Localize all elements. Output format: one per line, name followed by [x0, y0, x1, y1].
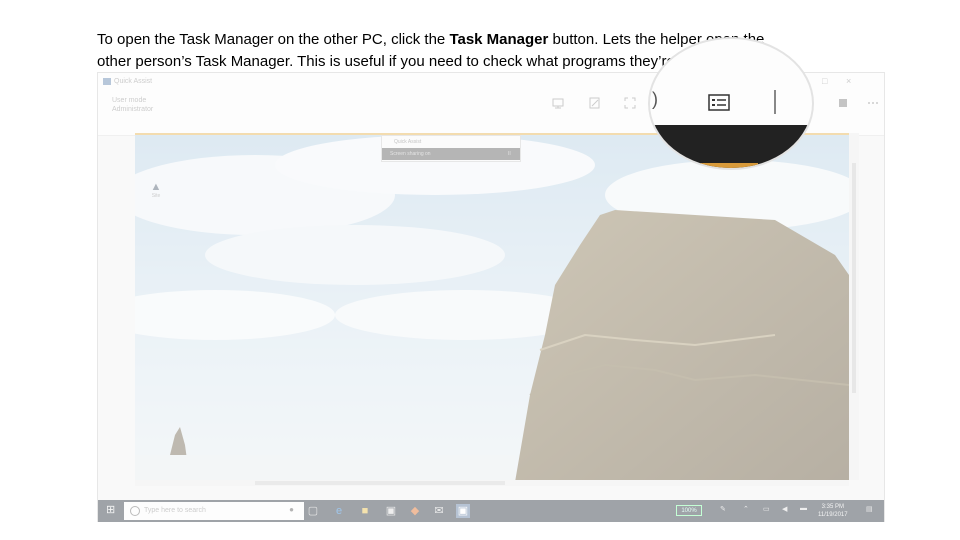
chevron-up-icon[interactable]: ⌃	[743, 505, 749, 513]
microphone-icon[interactable]: ●	[289, 505, 294, 514]
close-button[interactable]: ×	[846, 76, 851, 86]
file-explorer-icon[interactable]: ■	[358, 504, 372, 518]
windows-start-icon[interactable]: ⊞	[106, 505, 117, 516]
quick-assist-taskbar-icon[interactable]: ▣	[456, 504, 470, 518]
scroll-thumb[interactable]	[852, 163, 856, 393]
search-placeholder: Type here to search	[144, 507, 206, 514]
callout-edge: )	[652, 89, 658, 109]
keyboard-icon[interactable]: ▬	[800, 505, 807, 512]
store-icon[interactable]: ▣	[384, 504, 398, 518]
quick-assist-icon	[103, 78, 111, 85]
actual-size-icon[interactable]	[623, 97, 637, 111]
vertical-scrollbar[interactable]	[849, 133, 859, 480]
toolbar-separator	[774, 90, 776, 114]
desktop-shortcut-icon[interactable]: ▲ Site	[146, 181, 166, 209]
window-title: Quick Assist	[114, 78, 153, 85]
end-icon[interactable]	[836, 97, 850, 111]
caption-text: To open the Task Manager on the other PC…	[97, 31, 450, 48]
desktop-wallpaper	[135, 135, 849, 482]
scroll-thumb[interactable]	[255, 481, 505, 485]
notifications-icon[interactable]: ▤	[866, 505, 873, 513]
mini-pause-icon[interactable]: II	[508, 151, 511, 157]
taskbar-search-box[interactable]: Type here to search ●	[124, 502, 304, 520]
mode-line: User mode	[112, 97, 147, 104]
volume-icon[interactable]: ◀	[782, 505, 787, 513]
task-view-icon[interactable]: ▢	[306, 504, 320, 518]
zoom-callout: )	[648, 37, 814, 170]
select-monitor-icon[interactable]	[551, 97, 565, 111]
network-icon[interactable]: ▭	[763, 505, 770, 513]
more-icon[interactable]	[866, 97, 880, 111]
screen-sharing-bar: Screen sharing on II	[382, 148, 520, 160]
cortana-icon	[130, 506, 140, 516]
people-icon[interactable]: ✎	[720, 505, 726, 513]
office-icon[interactable]: ◆	[408, 504, 422, 518]
mini-quick-assist-window: Quick Assist Screen sharing on II	[381, 135, 521, 162]
remote-desktop-view[interactable]	[135, 133, 849, 482]
task-manager-icon[interactable]	[708, 94, 730, 111]
annotate-icon[interactable]	[588, 97, 602, 111]
edge-icon[interactable]: e	[332, 504, 346, 518]
remote-taskbar: ⊞ Type here to search ● ▢ e ■ ▣ ◆ ✉ ▣ 10…	[98, 500, 884, 522]
user-mode-label: User mode Administrator	[112, 96, 153, 114]
system-clock[interactable]: 3:35 PM 11/19/2017	[818, 503, 848, 519]
maximize-button[interactable]: □	[822, 76, 827, 86]
mail-icon[interactable]: ✉	[432, 504, 446, 518]
mini-window-title: Quick Assist	[394, 139, 422, 145]
mode-line: Administrator	[112, 106, 154, 113]
clock-date: 11/19/2017	[818, 512, 848, 518]
horizontal-scrollbar[interactable]	[135, 480, 849, 486]
caption-bold-text: Task Manager	[449, 31, 549, 48]
clock-time: 3:35 PM	[821, 504, 844, 510]
desktop-shortcut-label: Site	[151, 193, 161, 199]
screen-sharing-text: Screen sharing on	[390, 151, 431, 157]
battery-indicator[interactable]: 100%	[676, 505, 702, 516]
